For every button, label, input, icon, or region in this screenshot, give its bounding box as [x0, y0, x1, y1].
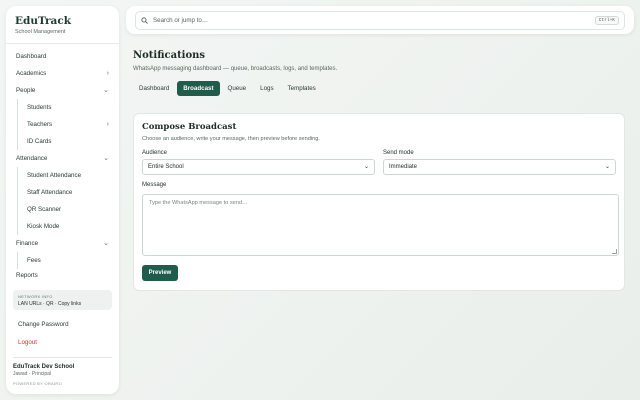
compose-options-row: Audience Entire School ⌄ Send mode Immed…	[142, 150, 616, 175]
audience-field: Audience Entire School ⌄	[142, 150, 375, 175]
compose-broadcast-card: Compose Broadcast Choose an audience, wr…	[133, 113, 625, 291]
sidebar-item-student-attendance[interactable]: Student Attendance	[18, 167, 119, 184]
logout-link[interactable]: Logout	[6, 334, 119, 351]
chevron-down-icon: ⌄	[103, 155, 109, 162]
powered-by: POWERED BY ORAIRO	[13, 381, 63, 386]
school-info: EduTrack Dev School Jawad · Principal PO…	[13, 357, 112, 386]
compose-subtitle: Choose an audience, write your message, …	[142, 136, 320, 142]
message-field: Message Type the WhatsApp message to sen…	[142, 182, 619, 256]
sidebar-item-academics[interactable]: Academics ›	[6, 65, 119, 82]
brand: EduTrack School Management	[6, 6, 119, 44]
sidebar-item-label: Finance	[16, 240, 39, 247]
sidebar-item-people[interactable]: People ⌄	[6, 82, 119, 99]
sidebar-item-dashboard[interactable]: Dashboard	[6, 48, 119, 65]
message-textarea[interactable]: Type the WhatsApp message to send…	[142, 194, 619, 256]
brand-name: EduTrack	[15, 15, 72, 27]
audience-value: Entire School	[148, 164, 184, 170]
brand-subtitle: School Management	[15, 29, 66, 35]
page-subtitle: WhatsApp messaging dashboard — queue, br…	[133, 66, 338, 72]
network-info-box[interactable]: NETWORK INFO LAN URLs · QR · Copy links	[13, 290, 112, 310]
chevron-down-icon: ⌄	[604, 164, 610, 170]
sidebar-item-label: QR Scanner	[27, 206, 62, 213]
tab-bar: Dashboard Broadcast Queue Logs Templates	[133, 81, 628, 96]
finance-submenu: Fees	[17, 252, 119, 269]
tab-templates[interactable]: Templates	[282, 81, 322, 96]
audience-label: Audience	[142, 150, 168, 156]
sidebar-item-label: Fees	[27, 257, 41, 264]
sidebar-item-label: Academics	[16, 70, 47, 77]
sidebar-item-id-cards[interactable]: ID Cards	[18, 133, 119, 150]
change-password-link[interactable]: Change Password	[6, 316, 119, 333]
preview-button[interactable]: Preview	[142, 265, 178, 281]
search-box[interactable]: Ctrl+K	[135, 10, 625, 30]
chevron-right-icon: ›	[106, 121, 109, 128]
attendance-submenu: Student Attendance Staff Attendance QR S…	[17, 167, 119, 235]
sidebar-item-label: Kiosk Mode	[27, 223, 60, 230]
tab-dashboard[interactable]: Dashboard	[133, 81, 175, 96]
chevron-down-icon: ⌄	[103, 240, 109, 247]
tab-queue[interactable]: Queue	[222, 81, 253, 96]
search-icon	[141, 16, 148, 24]
sidebar-item-label: Dashboard	[16, 53, 47, 60]
sidebar-item-qr-scanner[interactable]: QR Scanner	[18, 201, 119, 218]
search-input[interactable]	[153, 16, 590, 24]
chevron-down-icon: ⌄	[103, 87, 109, 94]
sidebar-item-kiosk-mode[interactable]: Kiosk Mode	[18, 218, 119, 235]
school-name: EduTrack Dev School	[13, 364, 75, 370]
sidebar-item-staff-attendance[interactable]: Staff Attendance	[18, 184, 119, 201]
sidebar-item-label: Staff Attendance	[27, 189, 73, 196]
school-user: Jawad · Principal	[13, 371, 52, 377]
sidebar-item-teachers[interactable]: Teachers ›	[18, 116, 119, 133]
sidebar-item-label: People	[16, 87, 36, 94]
sidebar-item-reports[interactable]: Reports	[6, 269, 119, 282]
main-content: Notifications WhatsApp messaging dashboa…	[133, 50, 628, 96]
sidebar-item-label: Students	[27, 104, 52, 111]
search-shortcut-badge: Ctrl+K	[594, 15, 619, 25]
sidebar-item-label: Student Attendance	[27, 172, 82, 179]
sidebar-item-fees[interactable]: Fees	[18, 252, 119, 269]
sidebar-nav: Dashboard Academics › People ⌄ Students …	[6, 44, 119, 286]
sidebar-footer: NETWORK INFO LAN URLs · QR · Copy links …	[6, 286, 119, 394]
send-mode-select[interactable]: Immediate ⌄	[383, 159, 616, 175]
compose-title: Compose Broadcast	[142, 122, 237, 132]
people-submenu: Students Teachers › ID Cards	[17, 99, 119, 150]
resize-handle-icon[interactable]	[612, 249, 617, 254]
sidebar-item-label: ID Cards	[27, 138, 52, 145]
audience-select[interactable]: Entire School ⌄	[142, 159, 375, 175]
send-mode-field: Send mode Immediate ⌄	[383, 150, 616, 175]
tab-broadcast[interactable]: Broadcast	[177, 81, 220, 96]
sidebar: EduTrack School Management Dashboard Aca…	[6, 6, 119, 394]
sidebar-item-label: Reports	[16, 272, 38, 279]
topbar: Ctrl+K	[126, 6, 634, 34]
chevron-down-icon: ⌄	[363, 164, 369, 170]
sidebar-item-label: Attendance	[16, 155, 48, 162]
tab-logs[interactable]: Logs	[254, 81, 279, 96]
network-info-text: LAN URLs · QR · Copy links	[18, 301, 82, 307]
send-mode-value: Immediate	[389, 164, 418, 170]
chevron-right-icon: ›	[106, 70, 109, 77]
message-placeholder: Type the WhatsApp message to send…	[149, 200, 248, 206]
sidebar-item-attendance[interactable]: Attendance ⌄	[6, 150, 119, 167]
sidebar-item-label: Teachers	[27, 121, 53, 128]
network-info-title: NETWORK INFO	[18, 294, 53, 299]
sidebar-item-finance[interactable]: Finance ⌄	[6, 235, 119, 252]
page-title: Notifications	[133, 50, 206, 61]
sidebar-item-students[interactable]: Students	[18, 99, 119, 116]
send-mode-label: Send mode	[383, 150, 414, 156]
message-label: Message	[142, 182, 167, 188]
